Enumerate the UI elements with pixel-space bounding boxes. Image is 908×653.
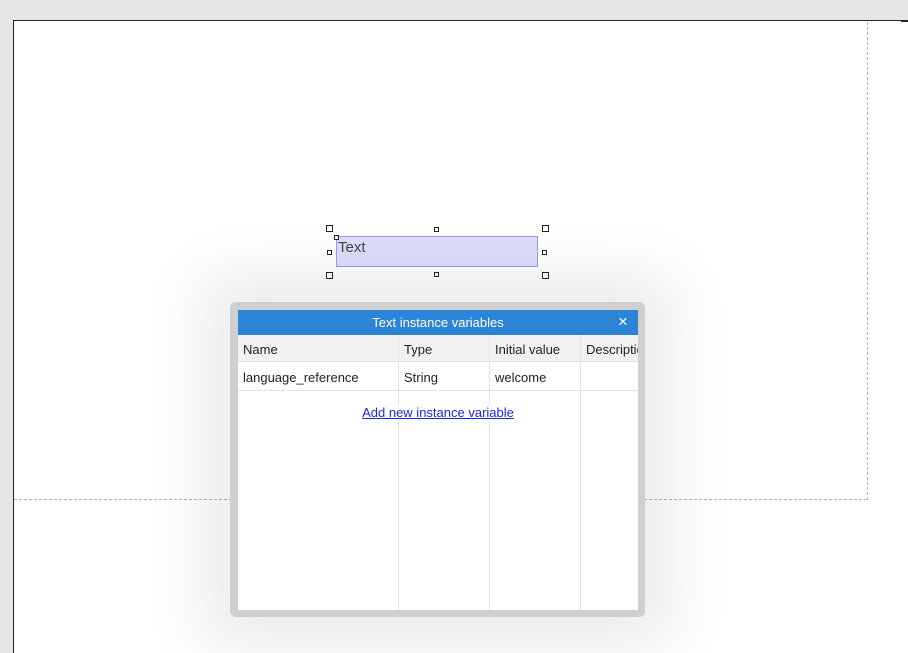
column-header-type[interactable]: Type bbox=[404, 342, 432, 357]
cell-name[interactable]: language_reference bbox=[243, 370, 359, 385]
selected-text-object[interactable]: Text bbox=[336, 236, 538, 267]
column-divider bbox=[398, 335, 399, 610]
resize-handle-bottom-left[interactable] bbox=[326, 272, 333, 279]
cell-type[interactable]: String bbox=[404, 370, 438, 385]
add-instance-variable-link[interactable]: Add new instance variable bbox=[362, 405, 514, 420]
resize-handle-top-left[interactable] bbox=[326, 225, 333, 232]
resize-handle-top-right[interactable] bbox=[542, 225, 549, 232]
dialog-title: Text instance variables bbox=[372, 315, 504, 330]
instance-variables-dialog: Text instance variables × Name Type Init… bbox=[238, 310, 638, 610]
origin-handle[interactable] bbox=[334, 235, 339, 240]
resize-handle-right[interactable] bbox=[542, 250, 547, 255]
add-variable-row: Add new instance variable bbox=[238, 405, 638, 420]
resize-handle-left[interactable] bbox=[327, 250, 332, 255]
resize-handle-bottom[interactable] bbox=[434, 272, 439, 277]
column-divider bbox=[489, 335, 490, 610]
ruler-corner bbox=[901, 21, 908, 22]
column-divider bbox=[580, 335, 581, 610]
column-header-name[interactable]: Name bbox=[243, 342, 278, 357]
viewport-boundary-right bbox=[867, 22, 868, 500]
table-header bbox=[238, 335, 638, 362]
close-icon[interactable]: × bbox=[614, 313, 632, 331]
resize-handle-top[interactable] bbox=[434, 227, 439, 232]
column-header-description[interactable]: Description bbox=[586, 342, 638, 357]
text-object-label: Text bbox=[338, 239, 366, 256]
row-divider bbox=[238, 390, 638, 391]
cell-initial-value[interactable]: welcome bbox=[495, 370, 546, 385]
resize-handle-bottom-right[interactable] bbox=[542, 272, 549, 279]
dialog-titlebar[interactable]: Text instance variables × bbox=[238, 310, 638, 335]
column-header-initial-value[interactable]: Initial value bbox=[495, 342, 560, 357]
